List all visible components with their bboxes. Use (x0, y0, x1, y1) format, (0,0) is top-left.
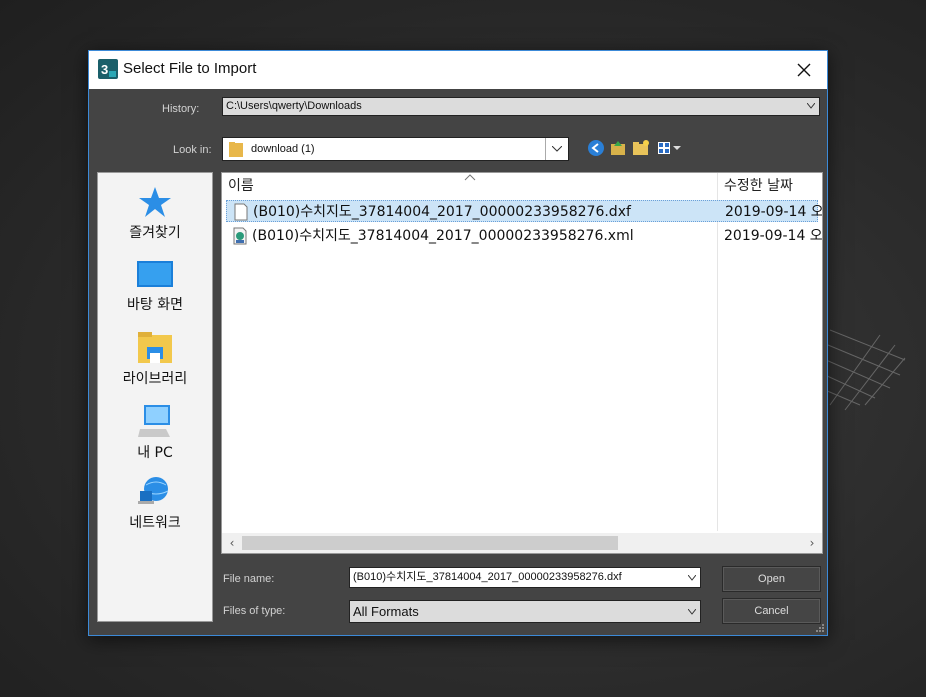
list-item[interactable]: (B010)수치지도_37814004_2017_00000233958276.… (226, 200, 822, 222)
place-desktop[interactable]: 바탕 화면 (98, 259, 212, 314)
computer-icon (138, 405, 170, 437)
cancel-button[interactable]: Cancel (722, 598, 821, 624)
lookin-dropdown-button[interactable] (545, 138, 568, 160)
history-value: C:\Users\qwerty\Downloads (226, 100, 362, 112)
filename-label: File name: (223, 573, 275, 585)
place-this-pc[interactable]: 내 PC (98, 403, 212, 462)
chevron-down-icon[interactable] (688, 575, 696, 581)
places-bar: 즐겨찾기 바탕 화면 라이브러리 내 PC 네트워크 (97, 172, 213, 622)
viewport-grid (824, 329, 906, 411)
star-icon (139, 187, 171, 217)
place-label: 즐겨찾기 (129, 225, 181, 241)
lookin-combo[interactable]: download (1) (222, 137, 569, 161)
lookin-value: download (1) (251, 143, 315, 155)
filetype-select[interactable]: All Formats (349, 600, 701, 623)
lookin-label: Look in: (173, 144, 212, 156)
filetype-label: Files of type: (223, 605, 286, 617)
scroll-left-icon[interactable]: ‹ (225, 536, 239, 550)
file-name: (B010)수치지도_37814004_2017_00000233958276.… (252, 228, 634, 244)
place-libraries[interactable]: 라이브러리 (98, 331, 212, 388)
place-label: 내 PC (137, 445, 173, 461)
file-date: 2019-09-14 오 (725, 204, 823, 220)
chevron-down-icon (807, 103, 815, 109)
close-icon (797, 63, 811, 77)
app-logo-icon: 3 (98, 59, 118, 79)
history-combo[interactable]: C:\Users\qwerty\Downloads (222, 97, 820, 116)
network-icon (138, 477, 169, 504)
horizontal-scrollbar[interactable]: ‹ › (222, 533, 822, 553)
column-header-date[interactable]: 수정한 날짜 (724, 173, 793, 199)
back-icon[interactable] (587, 139, 605, 157)
folder-icon (229, 142, 243, 157)
filename-input[interactable]: (B010)수치지도_37814004_2017_00000233958276.… (349, 567, 701, 588)
dxf-file-icon (234, 203, 248, 221)
place-network[interactable]: 네트워크 (98, 475, 212, 532)
dialog-title: Select File to Import (123, 60, 257, 77)
new-folder-icon[interactable] (632, 139, 650, 157)
up-folder-icon[interactable] (609, 139, 627, 157)
filename-value: (B010)수치지도_37814004_2017_00000233958276.… (353, 571, 622, 583)
list-item[interactable]: (B010)수치지도_37814004_2017_00000233958276.… (226, 225, 822, 247)
library-icon (138, 332, 172, 363)
chevron-down-icon (688, 609, 696, 615)
scrollbar-thumb[interactable] (242, 536, 618, 550)
filetype-value: All Formats (353, 604, 419, 619)
close-button[interactable] (781, 51, 827, 89)
column-header-name[interactable]: 이름 (228, 173, 254, 199)
place-favorites[interactable]: 즐겨찾기 (98, 185, 212, 242)
import-dialog: 3 Select File to Import History: C:\User… (88, 50, 828, 636)
file-list[interactable]: 이름 수정한 날짜 (B010)수치지도_37814004_2017_00000… (221, 172, 823, 554)
chevron-down-icon (552, 146, 562, 152)
svg-text:3: 3 (101, 62, 108, 77)
resize-grip-icon[interactable] (815, 623, 825, 633)
desktop-icon (137, 261, 173, 287)
view-menu-icon[interactable] (656, 139, 682, 157)
title-bar: 3 Select File to Import (89, 51, 827, 89)
xml-file-icon (233, 227, 247, 245)
sort-ascending-icon (464, 174, 476, 181)
place-label: 네트워크 (129, 515, 181, 531)
history-label: History: (162, 103, 200, 115)
file-date: 2019-09-14 오 (724, 228, 823, 244)
file-name: (B010)수치지도_37814004_2017_00000233958276.… (253, 204, 631, 220)
place-label: 바탕 화면 (127, 297, 183, 313)
open-button[interactable]: Open (722, 566, 821, 592)
place-label: 라이브러리 (122, 371, 188, 387)
scroll-right-icon[interactable]: › (805, 536, 819, 550)
